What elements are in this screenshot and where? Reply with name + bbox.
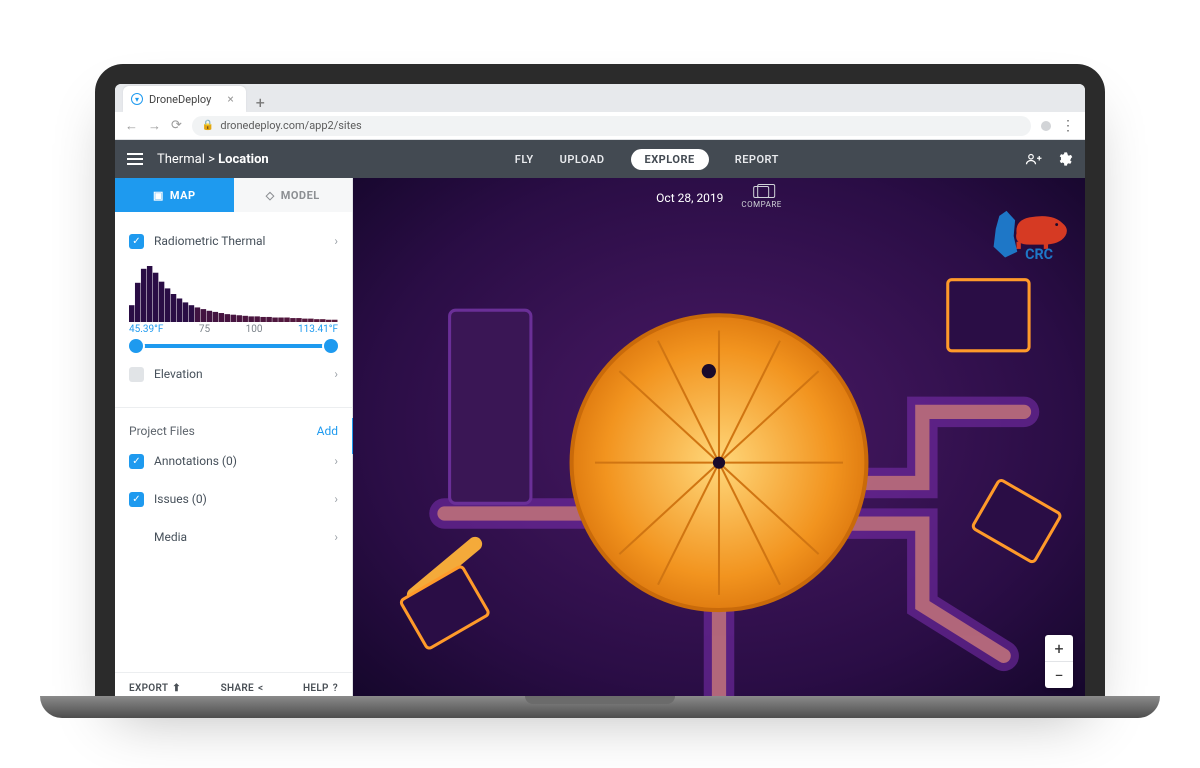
tab-model-label: MODEL <box>281 189 320 202</box>
checkbox-on-icon[interactable]: ✓ <box>129 234 144 249</box>
compare-button[interactable]: COMPARE <box>741 186 781 209</box>
slider-ticks: 45.39°F 75 100 113.41°F <box>129 324 338 335</box>
breadcrumb-root: Thermal <box>157 152 205 167</box>
layer-label: Elevation <box>154 367 203 381</box>
checkbox-on-icon[interactable]: ✓ <box>129 492 144 507</box>
tab-model[interactable]: ◇ MODEL <box>234 178 353 212</box>
share-icon: < <box>258 683 263 694</box>
upload-icon: ⬆ <box>172 683 181 694</box>
help-icon: ? <box>333 683 338 694</box>
tab-map[interactable]: ▣ MAP <box>115 178 234 212</box>
item-issues[interactable]: ✓ Issues (0) › <box>129 480 338 518</box>
zoom-in-button[interactable]: + <box>1045 635 1073 661</box>
help-button[interactable]: HELP? <box>303 683 338 694</box>
nav-report[interactable]: REPORT <box>735 153 779 166</box>
thermal-histogram <box>129 262 338 322</box>
close-tab-icon[interactable]: × <box>227 92 233 106</box>
compare-label: COMPARE <box>741 200 781 209</box>
chevron-right-icon: › <box>334 530 338 544</box>
app-body: ▣ MAP ◇ MODEL ✓ Radiometric Thermal › <box>115 178 1085 704</box>
checkbox-off-icon[interactable] <box>129 367 144 382</box>
cube-icon: ◇ <box>266 189 275 202</box>
favicon-icon: ▾ <box>131 93 143 105</box>
nav-upload[interactable]: UPLOAD <box>560 153 605 166</box>
zoom-out-button[interactable]: − <box>1045 662 1073 688</box>
slider-tick-100: 100 <box>246 324 263 335</box>
address-bar[interactable]: 🔒 dronedeploy.com/app2/sites <box>192 116 1031 136</box>
brand-logo: CRC <box>985 206 1071 270</box>
thermal-range-slider[interactable] <box>129 337 338 355</box>
share-button[interactable]: SHARE< <box>221 683 264 694</box>
thermal-image <box>353 178 1085 704</box>
map-icon: ▣ <box>153 189 164 202</box>
checkbox-on-icon[interactable]: ✓ <box>129 454 144 469</box>
section-title: Project Files <box>129 424 195 438</box>
header-nav: FLY UPLOAD EXPLORE REPORT <box>515 149 779 170</box>
back-icon[interactable]: ← <box>125 118 138 134</box>
date-bar: Oct 28, 2019 COMPARE <box>656 186 782 209</box>
kebab-menu-icon[interactable]: ⋮ <box>1061 118 1075 134</box>
chevron-right-icon: › <box>334 234 338 248</box>
browser-tabbar: ▾ DroneDeploy × + <box>115 84 1085 112</box>
item-label: Media <box>154 530 187 544</box>
lock-icon: 🔒 <box>202 120 214 131</box>
nav-explore[interactable]: EXPLORE <box>631 149 709 170</box>
project-files-header: Project Files Add <box>115 412 352 442</box>
add-user-icon[interactable] <box>1025 152 1043 166</box>
chevron-right-icon: › <box>334 454 338 468</box>
slider-max: 113.41°F <box>298 324 338 335</box>
map-viewport[interactable]: Oct 28, 2019 COMPARE <box>353 178 1085 704</box>
zoom-control: + − <box>1045 635 1073 688</box>
item-label: Annotations (0) <box>154 454 237 468</box>
item-annotations[interactable]: ✓ Annotations (0) › <box>129 442 338 480</box>
forward-icon[interactable]: → <box>148 118 161 134</box>
layer-radiometric[interactable]: ✓ Radiometric Thermal › <box>129 222 338 260</box>
slider-handle-min[interactable] <box>129 339 143 353</box>
laptop-bezel: ▾ DroneDeploy × + ← → ⟳ 🔒 dronedeploy.co… <box>95 64 1105 704</box>
new-tab-button[interactable]: + <box>246 93 275 112</box>
tab-title: DroneDeploy <box>149 93 211 106</box>
chevron-right-icon: › <box>334 492 338 506</box>
breadcrumb-sep: > <box>208 152 215 167</box>
breadcrumb-leaf: Location <box>218 152 269 167</box>
item-media[interactable]: Media › <box>129 518 338 556</box>
slider-tick-75: 75 <box>199 324 210 335</box>
menu-icon[interactable] <box>127 153 143 165</box>
sidebar: ▣ MAP ◇ MODEL ✓ Radiometric Thermal › <box>115 178 353 704</box>
item-label: Issues (0) <box>154 492 207 506</box>
view-tabs: ▣ MAP ◇ MODEL <box>115 178 352 212</box>
map-date: Oct 28, 2019 <box>656 191 723 205</box>
brand-text: CRC <box>1025 247 1053 263</box>
chevron-right-icon: › <box>334 367 338 381</box>
export-button[interactable]: EXPORT⬆ <box>129 683 181 694</box>
browser-tab[interactable]: ▾ DroneDeploy × <box>123 86 246 112</box>
profile-icon[interactable] <box>1041 121 1051 131</box>
reload-icon[interactable]: ⟳ <box>171 118 182 133</box>
browser-toolbar: ← → ⟳ 🔒 dronedeploy.com/app2/sites ⋮ <box>115 112 1085 140</box>
compare-icon <box>754 186 770 198</box>
layer-label: Radiometric Thermal <box>154 234 265 248</box>
nav-fly[interactable]: FLY <box>515 153 534 166</box>
app-header: Thermal > Location FLY UPLOAD EXPLORE RE… <box>115 140 1085 178</box>
url-text: dronedeploy.com/app2/sites <box>220 119 361 132</box>
layer-elevation[interactable]: Elevation › <box>129 355 338 393</box>
add-file-button[interactable]: Add <box>317 424 338 438</box>
laptop-base <box>40 696 1160 718</box>
slider-min: 45.39°F <box>129 324 163 335</box>
screen: ▾ DroneDeploy × + ← → ⟳ 🔒 dronedeploy.co… <box>115 84 1085 704</box>
gear-icon[interactable] <box>1057 151 1073 167</box>
tab-map-label: MAP <box>170 189 196 202</box>
breadcrumb[interactable]: Thermal > Location <box>157 152 269 167</box>
slider-handle-max[interactable] <box>324 339 338 353</box>
